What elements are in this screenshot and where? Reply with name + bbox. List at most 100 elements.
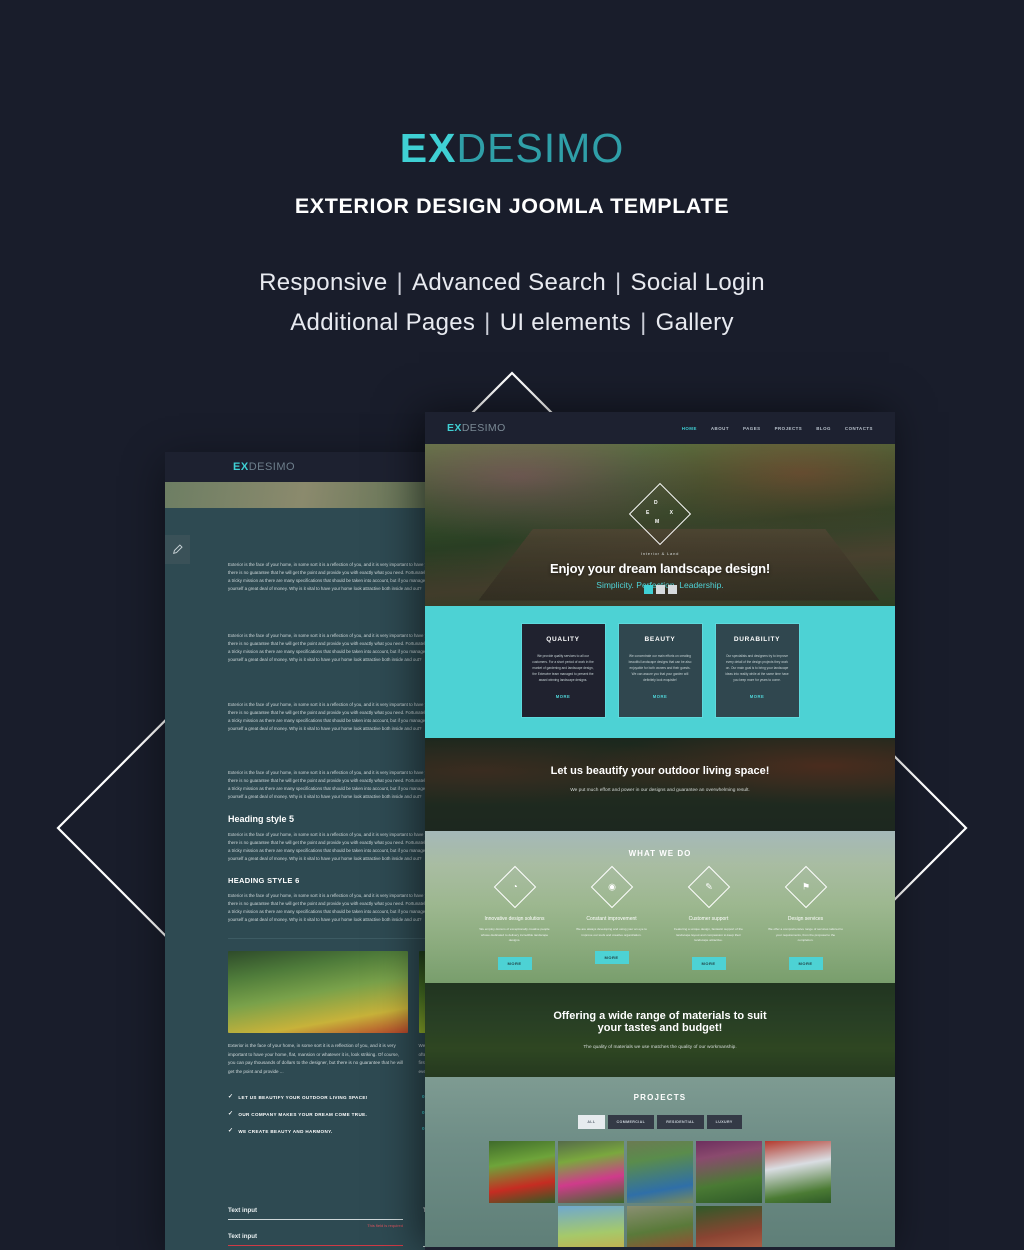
card-more-button[interactable]: MORE bbox=[531, 694, 596, 699]
back-logo-desimo: DESIMO bbox=[248, 461, 296, 473]
garden-lawn-photo bbox=[228, 951, 408, 1033]
filter-luxury[interactable]: LUXURY bbox=[706, 1115, 742, 1129]
pencil-edit-icon: ✎ bbox=[687, 865, 730, 909]
what-we-do-title: WHAT WE DO bbox=[628, 849, 692, 858]
projects-grid bbox=[486, 1141, 834, 1247]
front-logo-ex: EX bbox=[447, 422, 462, 434]
nav-item-projects[interactable]: PROJECTS bbox=[775, 426, 803, 431]
feature-row-1: Responsive | Advanced Search | Social Login bbox=[0, 263, 1024, 303]
brick-wall-garden-thumb[interactable] bbox=[627, 1206, 693, 1247]
hero-badge-subtitle: Interior & Land bbox=[640, 551, 680, 556]
projects-title: PROJECTS bbox=[633, 1093, 687, 1102]
pencil-icon[interactable] bbox=[165, 535, 190, 564]
list-item: ✓ LET US BEAUTIFY YOUR OUTDOOR LIVING SPA… bbox=[228, 1094, 404, 1100]
check-icon: ✓ bbox=[228, 1128, 234, 1134]
service-text: Featuring a unique design, fantastic sup… bbox=[674, 927, 743, 943]
front-window-logo[interactable]: EXDESIMO bbox=[447, 422, 506, 434]
gallery-caption: Exterior is the face of your home, in so… bbox=[228, 1043, 404, 1074]
filter-all[interactable]: ALL bbox=[578, 1115, 605, 1129]
house-conifer-thumb[interactable] bbox=[765, 1141, 831, 1203]
text-input-2[interactable] bbox=[228, 1245, 403, 1246]
card-title: BEAUTY bbox=[644, 636, 676, 643]
hero-badge-letters: D E X M bbox=[646, 500, 674, 528]
card-description: We concentrate our main efforts on creat… bbox=[628, 654, 692, 682]
service-item: ◔ Innovative design solutions We employ … bbox=[477, 865, 552, 970]
promo-header: EXDESIMO EXTERIOR DESIGN JOOMLA TEMPLATE… bbox=[0, 0, 1024, 343]
badge-letter-d: D bbox=[654, 500, 658, 506]
service-title: Design services bbox=[787, 916, 824, 922]
card-more-button[interactable]: MORE bbox=[628, 694, 693, 699]
nav-item-pages[interactable]: PAGES bbox=[743, 426, 761, 431]
brand-logo: EXDESIMO bbox=[0, 128, 1024, 169]
card-description: Our specialists and designers try to imp… bbox=[725, 654, 789, 682]
service-more-button[interactable]: MORE bbox=[497, 956, 532, 970]
fountain-statue-thumb[interactable] bbox=[696, 1141, 762, 1203]
nav-item-contacts[interactable]: CONTACTS bbox=[845, 426, 873, 431]
flag-icon-glyph: ⚑ bbox=[801, 881, 810, 892]
hero-headline: Enjoy your dream landscape design! bbox=[549, 561, 771, 576]
main-menu: HOME ABOUT PAGES PROJECTS BLOG CONTACTS bbox=[682, 426, 873, 431]
feature-sep: | bbox=[484, 309, 491, 336]
slider-dot-1[interactable] bbox=[643, 585, 653, 594]
flag-icon: ⚑ bbox=[784, 865, 827, 909]
front-logo-desimo: DESIMO bbox=[461, 422, 506, 434]
text-input-1[interactable] bbox=[228, 1219, 403, 1220]
service-item: ◉ Constant improvement We are always dev… bbox=[574, 865, 649, 970]
filter-residential[interactable]: RESIDENTIAL bbox=[657, 1115, 704, 1129]
hedge-maze-thumb[interactable] bbox=[558, 1141, 624, 1203]
promo-subtitle: EXTERIOR DESIGN JOOMLA TEMPLATE bbox=[294, 194, 730, 218]
feature-ui-elements: UI elements bbox=[499, 309, 632, 336]
brick-gate-thumb[interactable] bbox=[696, 1206, 762, 1247]
service-title: Innovative design solutions bbox=[484, 916, 545, 922]
what-we-do-grid: ◔ Innovative design solutions We employ … bbox=[425, 865, 895, 970]
materials-banner-section: Offering a wide range of materials to su… bbox=[425, 983, 895, 1077]
service-more-button[interactable]: MORE bbox=[594, 951, 629, 965]
feature-additional-pages: Additional Pages bbox=[290, 309, 476, 336]
service-title: Customer support bbox=[688, 916, 729, 922]
feature-advanced-search: Advanced Search bbox=[412, 269, 606, 296]
check-list: ✓ LET US BEAUTIFY YOUR OUTDOOR LIVING SPA… bbox=[228, 1094, 404, 1145]
banner-text: The quality of materials we use matches … bbox=[583, 1045, 737, 1050]
card-description: We provide quality services to all our c… bbox=[532, 654, 594, 682]
check-icon: ✓ bbox=[228, 1111, 234, 1117]
service-title: Constant improvement bbox=[586, 916, 637, 922]
banner-text: We put much effort and power in our desi… bbox=[570, 788, 750, 793]
feature-card-durability: DURABILITY Our specialists and designers… bbox=[714, 623, 800, 718]
text-input-2-label: Text input bbox=[228, 1233, 258, 1240]
badge-letter-m: M bbox=[655, 519, 660, 525]
brand-logo-ex: EX bbox=[399, 125, 457, 171]
card-title: DURABILITY bbox=[733, 636, 781, 643]
card-more-button[interactable]: MORE bbox=[725, 694, 790, 699]
open-lawn-thumb[interactable] bbox=[558, 1206, 624, 1247]
list-item-label: OUR COMPANY MAKES YOUR DREAM COME TRUE. bbox=[238, 1111, 368, 1117]
nav-item-about[interactable]: ABOUT bbox=[711, 426, 729, 431]
hero-slider: D E X M Interior & Land Enjoy your dream… bbox=[425, 444, 895, 606]
service-more-button[interactable]: MORE bbox=[788, 956, 823, 970]
nav-item-blog[interactable]: BLOG bbox=[816, 426, 831, 431]
service-more-button[interactable]: MORE bbox=[691, 956, 726, 970]
front-window-mockup: EXDESIMO HOME ABOUT PAGES PROJECTS BLOG … bbox=[425, 412, 895, 1250]
slider-dot-2[interactable] bbox=[655, 585, 665, 594]
globe-icon: ◔ bbox=[493, 865, 536, 909]
slider-dot-3[interactable] bbox=[667, 585, 677, 594]
slider-pagination bbox=[425, 585, 895, 594]
eye-icon-glyph: ◉ bbox=[607, 881, 616, 892]
service-item: ⚑ Design services We offer a comprehensi… bbox=[768, 865, 843, 970]
feature-list: Responsive | Advanced Search | Social Login … bbox=[0, 263, 1024, 343]
nav-item-home[interactable]: HOME bbox=[682, 426, 697, 431]
list-item-label: WE CREATE BEAUTY AND HARMONY. bbox=[238, 1128, 333, 1134]
site-navbar: EXDESIMO HOME ABOUT PAGES PROJECTS BLOG … bbox=[425, 412, 895, 444]
brand-logo-desimo: DESIMO bbox=[456, 125, 625, 171]
check-icon: ✓ bbox=[228, 1094, 234, 1100]
filter-commercial[interactable]: COMMERCIAL bbox=[607, 1115, 655, 1129]
eye-icon: ◉ bbox=[590, 865, 633, 909]
pencil-edit-icon-glyph: ✎ bbox=[704, 881, 713, 892]
badge-letter-e: E bbox=[646, 510, 650, 516]
service-item: ✎ Customer support Featuring a unique de… bbox=[671, 865, 746, 970]
what-we-do-section: WHAT WE DO ◔ Innovative design solutions… bbox=[425, 831, 895, 983]
back-logo-ex: EX bbox=[233, 461, 249, 473]
flower-garden-thumb[interactable] bbox=[489, 1141, 555, 1203]
lily-pond-thumb[interactable] bbox=[627, 1141, 693, 1203]
list-item: ✓ WE CREATE BEAUTY AND HARMONY. bbox=[228, 1128, 404, 1134]
page-root: EXDESIMO EXTERIOR DESIGN JOOMLA TEMPLATE… bbox=[0, 0, 1024, 1250]
